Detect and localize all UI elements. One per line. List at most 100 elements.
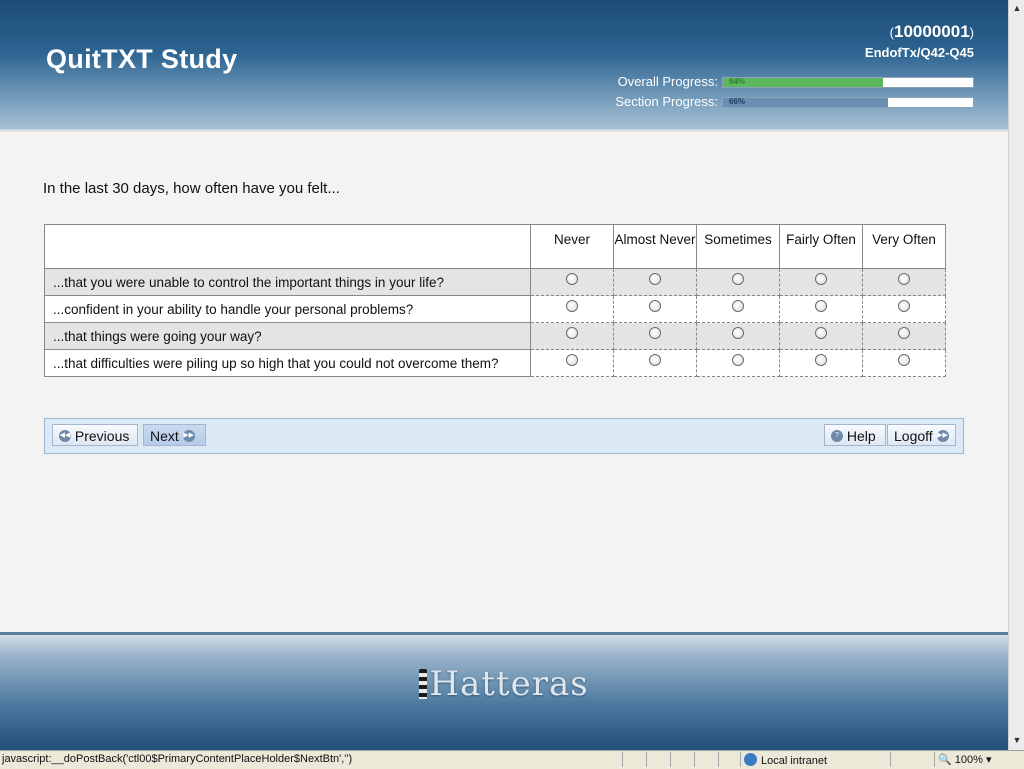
logoff-button[interactable]: Logoff ▶▶ [887,424,956,446]
footer-separator [0,632,1008,635]
survey-location: EndofTx/Q42-Q45 [864,45,974,60]
next-button-label: Next [150,428,179,444]
status-divider [934,752,935,767]
radio-q3-sometimes[interactable] [732,326,744,339]
zone-label: Local intranet [761,755,828,767]
overall-progress: Overall Progress: 64% [580,74,974,90]
radio-q1-almost-never[interactable] [649,272,661,285]
status-text: javascript:__doPostBack('ctl00$PrimaryCo… [2,753,353,765]
grid-row: ...confident in your ability to handle y… [44,295,946,323]
grid-header-row: Never Almost Never Sometimes Fairly Ofte… [44,224,946,269]
fast-forward-circle-icon: ▶▶ [936,430,949,443]
option-cell [530,268,614,296]
option-cell [530,295,614,323]
radio-q1-fairly-often[interactable] [815,272,827,285]
option-cell [779,295,863,323]
grid-row: ...that you were unable to control the i… [44,268,946,296]
status-divider [890,752,891,767]
column-almost-never: Almost Never [613,224,697,269]
radio-q4-sometimes[interactable] [732,353,744,366]
option-cell [862,268,946,296]
header-separator [0,129,1008,132]
option-cell [779,349,863,377]
radio-q3-never[interactable] [566,326,578,339]
column-sometimes: Sometimes [696,224,780,269]
radio-q4-never[interactable] [566,353,578,366]
option-cell [862,295,946,323]
radio-q2-fairly-often[interactable] [815,299,827,312]
option-cell [530,322,614,350]
likert-grid: Never Almost Never Sometimes Fairly Ofte… [44,224,946,377]
column-very-often: Very Often [862,224,946,269]
question-prompt: In the last 30 days, how often have you … [43,180,340,197]
lighthouse-icon [419,669,428,699]
option-cell [862,349,946,377]
grid-row: ...that things were going your way? [44,322,946,350]
security-zone[interactable]: Local intranet [744,753,827,767]
status-divider [646,752,647,767]
column-never: Never [530,224,614,269]
radio-q2-never[interactable] [566,299,578,312]
overall-progress-fill [723,78,883,87]
overall-progress-text: 64% [729,77,746,86]
help-button-label: Help [846,428,876,444]
globe-icon [744,753,757,766]
grid-corner [44,224,531,269]
section-progress-label: Section Progress: [615,94,718,109]
header-banner: QuitTXT Study (10000001) EndofTx/Q42-Q45… [0,0,1008,130]
option-cell [779,268,863,296]
radio-q2-very-often[interactable] [898,299,910,312]
participant-id: (10000001) [889,22,974,41]
radio-q3-fairly-often[interactable] [815,326,827,339]
browser-status-bar: javascript:__doPostBack('ctl00$PrimaryCo… [0,750,1024,769]
zoom-level[interactable]: 🔍 100% ▾ [938,753,991,766]
option-cell [696,349,780,377]
radio-q4-almost-never[interactable] [649,353,661,366]
navigation-bar: ◀◀ Previous Next ▶▶ ? Help Logoff ▶▶ [44,418,964,454]
radio-q2-almost-never[interactable] [649,299,661,312]
option-cell [613,322,697,350]
logoff-button-label: Logoff [894,428,933,444]
scroll-down-icon[interactable]: ▼ [1009,732,1024,748]
vertical-scrollbar[interactable]: ▲ ▼ [1008,0,1024,750]
status-divider [622,752,623,767]
brand-text: Hatteras [429,664,589,704]
previous-button[interactable]: ◀◀ Previous [52,424,138,446]
radio-q1-very-often[interactable] [898,272,910,285]
status-divider [718,752,719,767]
radio-q4-very-often[interactable] [898,353,910,366]
item-label: ...that difficulties were piling up so h… [44,349,531,377]
status-divider [740,752,741,767]
section-progress-bar: 66% [722,97,974,108]
scroll-up-icon[interactable]: ▲ [1009,0,1024,16]
hatteras-logo: Hatteras [0,664,1008,704]
option-cell [862,322,946,350]
zoom-value: 100% [954,754,983,766]
radio-q4-fairly-often[interactable] [815,353,827,366]
radio-q1-sometimes[interactable] [732,272,744,285]
section-progress-fill [723,98,888,107]
status-divider [694,752,695,767]
section-progress-text: 66% [729,97,746,106]
help-button[interactable]: ? Help [824,424,886,446]
status-divider [670,752,671,767]
previous-button-label: Previous [74,428,130,444]
option-cell [613,268,697,296]
option-cell [613,295,697,323]
radio-q3-almost-never[interactable] [649,326,661,339]
option-cell [530,349,614,377]
grid-row: ...that difficulties were piling up so h… [44,349,946,377]
item-label: ...confident in your ability to handle y… [44,295,531,323]
column-fairly-often: Fairly Often [779,224,863,269]
option-cell [696,322,780,350]
section-progress: Section Progress: 66% [580,94,974,110]
overall-progress-label: Overall Progress: [617,74,718,89]
option-cell [696,268,780,296]
rewind-circle-icon: ◀◀ [59,430,71,443]
radio-q1-never[interactable] [566,272,578,285]
fast-forward-circle-icon: ▶▶ [182,430,195,443]
item-label: ...that things were going your way? [44,322,531,350]
radio-q3-very-often[interactable] [898,326,910,339]
radio-q2-sometimes[interactable] [732,299,744,312]
next-button[interactable]: Next ▶▶ [143,424,206,446]
